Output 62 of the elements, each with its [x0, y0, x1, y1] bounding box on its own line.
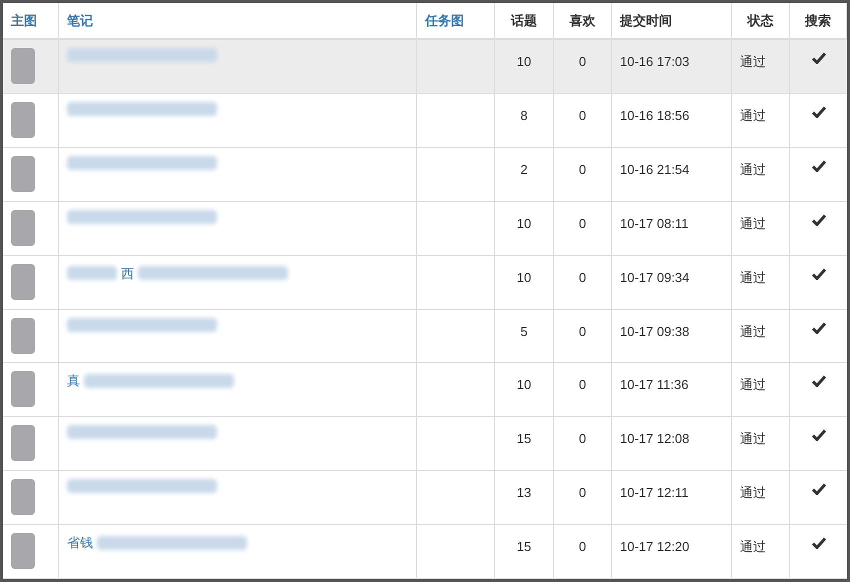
- topics-count: 8: [520, 108, 528, 123]
- submit-time: 10-16 17:03: [620, 54, 690, 69]
- status-text: 通过: [740, 162, 766, 177]
- note-link[interactable]: 西: [121, 264, 134, 284]
- likes-count: 0: [578, 108, 586, 123]
- likes-count: 0: [578, 539, 586, 554]
- photo-placeholder: [11, 264, 35, 300]
- column-header-link[interactable]: 主图: [11, 10, 37, 30]
- column-header-link[interactable]: 笔记: [67, 10, 93, 30]
- column-header: 话题: [511, 12, 537, 30]
- photo-placeholder: [11, 210, 35, 246]
- status-text: 通过: [740, 431, 766, 446]
- likes-count: 0: [578, 377, 586, 392]
- status-text: 通过: [740, 485, 766, 500]
- status-text: 通过: [740, 108, 766, 123]
- column-header-link[interactable]: 任务图: [425, 10, 464, 30]
- photo-placeholder: [11, 48, 35, 84]
- topics-count: 15: [516, 431, 532, 446]
- submit-time: 10-17 09:34: [620, 270, 690, 285]
- photo-placeholder: [11, 318, 35, 354]
- likes-count: 0: [578, 270, 586, 285]
- likes-count: 0: [578, 485, 586, 500]
- column-header: 提交时间: [620, 12, 672, 30]
- photo-placeholder: [11, 479, 35, 516]
- topics-count: 15: [516, 539, 532, 554]
- status-text: 通过: [740, 324, 766, 339]
- likes-count: 0: [578, 216, 586, 231]
- submit-time: 10-17 11:36: [620, 377, 688, 392]
- column-header: 搜索: [805, 12, 831, 30]
- topics-count: 5: [520, 324, 528, 339]
- submit-time: 10-17 12:20: [620, 539, 690, 554]
- submit-time: 10-17 08:11: [620, 216, 688, 231]
- submit-time: 10-16 18:56: [620, 108, 690, 123]
- status-text: 通过: [740, 216, 766, 231]
- topics-count: 13: [516, 485, 532, 500]
- note-link[interactable]: 省钱: [67, 533, 93, 553]
- submit-time: 10-17 12:08: [620, 431, 690, 446]
- submit-time: 10-17 12:11: [620, 485, 688, 500]
- submit-time: 10-16 21:54: [620, 162, 690, 177]
- topics-count: 2: [520, 162, 528, 177]
- note-link[interactable]: 真: [67, 371, 80, 391]
- likes-count: 0: [578, 162, 586, 177]
- column-header: 状态: [748, 12, 774, 30]
- photo-placeholder: [11, 156, 35, 192]
- photo-placeholder: [11, 425, 35, 462]
- likes-count: 0: [578, 431, 586, 446]
- likes-count: 0: [578, 324, 586, 339]
- photo-placeholder: [11, 371, 35, 408]
- status-text: 通过: [740, 270, 766, 285]
- submit-time: 10-17 09:38: [620, 324, 690, 339]
- topics-count: 10: [516, 54, 532, 69]
- topics-count: 10: [516, 377, 532, 392]
- status-text: 通过: [740, 377, 766, 392]
- topics-count: 10: [516, 270, 532, 285]
- likes-count: 0: [578, 54, 586, 69]
- photo-placeholder: [11, 102, 35, 138]
- photo-placeholder: [11, 533, 35, 570]
- blurred-text-bar: [67, 266, 117, 280]
- status-text: 通过: [740, 54, 766, 69]
- column-header: 喜欢: [570, 12, 596, 30]
- status-text: 通过: [740, 539, 766, 554]
- topics-count: 10: [516, 216, 532, 231]
